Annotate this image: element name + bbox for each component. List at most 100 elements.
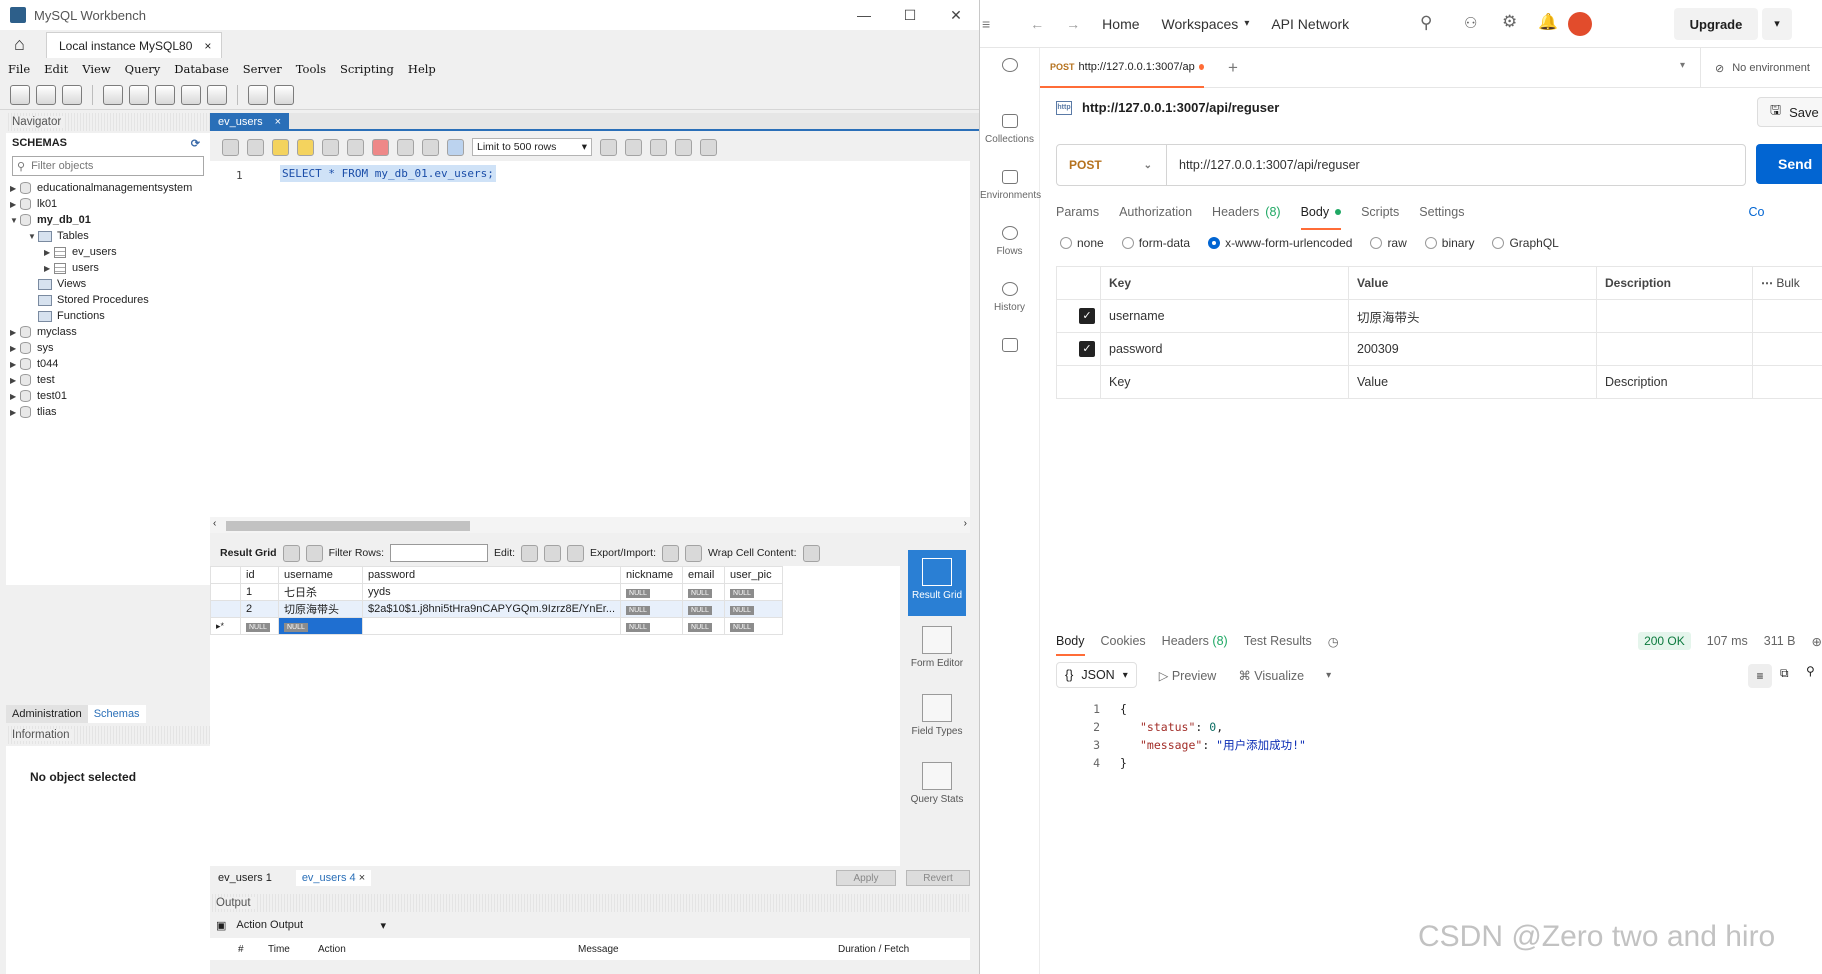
cell[interactable]: NULL bbox=[620, 583, 684, 601]
column-header[interactable]: password bbox=[361, 566, 622, 584]
explain-icon[interactable] bbox=[322, 138, 339, 156]
filter-rows-input[interactable] bbox=[390, 544, 489, 562]
kv-row-empty[interactable]: Key Value Description bbox=[1056, 365, 1822, 399]
kv-description-placeholder[interactable]: Description bbox=[1596, 365, 1753, 399]
home-icon[interactable]: ⌂ bbox=[14, 34, 34, 54]
upgrade-menu-chevron-icon[interactable]: ▾ bbox=[1762, 8, 1792, 40]
new-sql-tab-icon[interactable] bbox=[10, 84, 30, 105]
menu-edit[interactable]: Edit bbox=[44, 62, 68, 76]
cell[interactable]: 1 bbox=[240, 583, 279, 601]
search-icon[interactable]: ⚲ bbox=[1420, 13, 1432, 33]
menu-tools[interactable]: Tools bbox=[296, 62, 326, 76]
bell-icon[interactable]: 🔔 bbox=[1538, 12, 1558, 32]
expand-arrow-icon[interactable]: ▶ bbox=[10, 408, 20, 417]
wrap-lines-icon[interactable]: ≡ bbox=[1748, 664, 1772, 688]
method-select[interactable]: POST ⌄ bbox=[1057, 145, 1167, 185]
table-row-new[interactable]: ▸* NULL NULL NULL NULL NULL bbox=[210, 617, 784, 635]
scroll-right-icon[interactable]: › bbox=[964, 518, 967, 529]
radio-binary[interactable]: binary bbox=[1424, 236, 1474, 250]
expand-arrow-icon[interactable]: ▶ bbox=[44, 264, 54, 273]
response-tab-headers[interactable]: Headers (8) bbox=[1162, 634, 1228, 648]
execute-icon[interactable] bbox=[272, 138, 289, 156]
add-row-icon[interactable] bbox=[544, 544, 562, 562]
table-item[interactable]: ▶ users bbox=[10, 260, 210, 276]
kv-key[interactable]: username bbox=[1100, 299, 1349, 333]
table-row[interactable]: 1 七日杀 yyds NULL NULL NULL bbox=[210, 583, 784, 601]
column-header[interactable]: id bbox=[240, 566, 279, 584]
column-header[interactable]: email bbox=[682, 566, 726, 584]
toggle-error-icon[interactable] bbox=[372, 138, 389, 156]
kv-value[interactable]: 200309 bbox=[1348, 332, 1597, 366]
collapse-arrow-icon[interactable]: ▼ bbox=[10, 216, 20, 225]
sql-text[interactable]: SELECT * FROM my_db_01.ev_users; bbox=[280, 165, 496, 182]
upgrade-button[interactable]: Upgrade bbox=[1674, 8, 1758, 40]
schema-item[interactable]: ▶ myclass bbox=[10, 324, 210, 340]
menu-server[interactable]: Server bbox=[243, 62, 282, 76]
checkbox-checked-icon[interactable]: ✓ bbox=[1079, 308, 1095, 324]
save-button[interactable]: 🖫 Save bbox=[1757, 97, 1822, 127]
response-tab-test-results[interactable]: Test Results bbox=[1244, 634, 1312, 648]
sidebar-item-user[interactable] bbox=[980, 48, 1039, 104]
cell[interactable]: NULL bbox=[682, 583, 726, 601]
globe-icon[interactable]: ⊕ bbox=[1812, 634, 1822, 649]
word-wrap-icon[interactable] bbox=[700, 138, 717, 156]
schema-item[interactable]: ▶ test01 bbox=[10, 388, 210, 404]
menu-file[interactable]: File bbox=[8, 62, 30, 76]
add-tab-icon[interactable]: + bbox=[1228, 58, 1238, 78]
maximize-icon[interactable]: ☐ bbox=[887, 0, 933, 30]
editor-tab[interactable]: ev_users × bbox=[210, 113, 290, 131]
cell[interactable]: NULL bbox=[240, 617, 279, 635]
sidebar-item-flows[interactable]: Flows bbox=[980, 216, 1039, 272]
forward-arrow-icon[interactable]: → bbox=[1066, 16, 1080, 32]
kv-value-placeholder[interactable]: Value bbox=[1348, 365, 1597, 399]
schema-item-my-db-01[interactable]: ▼ my_db_01 bbox=[10, 212, 210, 228]
grid-icon[interactable] bbox=[282, 544, 300, 562]
kv-description[interactable] bbox=[1596, 299, 1753, 333]
close-tab-icon[interactable]: × bbox=[204, 39, 211, 53]
scroll-left-icon[interactable]: ‹ bbox=[213, 518, 216, 529]
tab-administration[interactable]: Administration bbox=[6, 705, 88, 723]
cell[interactable]: 切原海带头 bbox=[278, 600, 363, 618]
invisible-chars-icon[interactable] bbox=[675, 138, 692, 156]
history-icon[interactable]: ◷ bbox=[1328, 634, 1339, 649]
form-editor-button[interactable]: Form Editor bbox=[908, 618, 966, 684]
radio-raw[interactable]: raw bbox=[1370, 236, 1407, 250]
autocommit-icon[interactable] bbox=[447, 138, 464, 156]
table-item[interactable]: ▶ ev_users bbox=[10, 244, 210, 260]
cell[interactable]: NULL bbox=[682, 617, 726, 635]
radio-form-data[interactable]: form-data bbox=[1121, 236, 1190, 250]
schema-item[interactable]: ▶ sys bbox=[10, 340, 210, 356]
scrollbar-thumb[interactable] bbox=[226, 521, 470, 531]
sidebar-item-collections[interactable]: Collections bbox=[980, 104, 1039, 160]
save-icon[interactable] bbox=[247, 138, 264, 156]
tab-cookies-truncated[interactable]: Co bbox=[1748, 200, 1764, 224]
menu-database[interactable]: Database bbox=[174, 62, 228, 76]
procedures-folder[interactable]: Stored Procedures bbox=[10, 292, 210, 308]
open-sql-script-icon[interactable] bbox=[36, 84, 56, 105]
table-row[interactable]: 2 切原海带头 $2a$10$1.j8hni5tHra9nCAPYGQm.9Iz… bbox=[210, 600, 784, 618]
kv-row[interactable]: ✓ password 200309 bbox=[1056, 332, 1822, 366]
expand-arrow-icon[interactable]: ▶ bbox=[10, 360, 20, 369]
nav-api-network[interactable]: API Network bbox=[1271, 16, 1349, 32]
invite-icon[interactable]: ⚇ bbox=[1464, 14, 1477, 32]
apply-button[interactable]: Apply bbox=[836, 870, 896, 886]
execute-current-icon[interactable] bbox=[297, 138, 314, 156]
tab-scripts[interactable]: Scripts bbox=[1361, 200, 1399, 224]
connection-tab[interactable]: Local instance MySQL80 × bbox=[46, 32, 223, 58]
create-schema-icon[interactable] bbox=[103, 84, 123, 105]
nav-home[interactable]: Home bbox=[1102, 16, 1139, 32]
refresh-icon[interactable] bbox=[305, 544, 323, 562]
cell[interactable]: NULL bbox=[724, 617, 784, 635]
cell[interactable]: $2a$10$1.j8hni5tHra9nCAPYGQm.9Izrz8E/YnE… bbox=[361, 600, 622, 618]
collapse-arrow-icon[interactable]: ▼ bbox=[28, 232, 38, 241]
wrap-icon[interactable] bbox=[802, 544, 820, 562]
request-title-url[interactable]: http://127.0.0.1:3007/api/reguser bbox=[1082, 100, 1279, 115]
kv-checkbox-cell[interactable]: ✓ bbox=[1056, 332, 1101, 366]
search-table-data-icon[interactable] bbox=[248, 84, 268, 105]
response-tab-cookies[interactable]: Cookies bbox=[1101, 634, 1146, 648]
inspector-icon[interactable] bbox=[62, 84, 82, 105]
schema-item[interactable]: ▶ t044 bbox=[10, 356, 210, 372]
field-types-button[interactable]: Field Types bbox=[908, 686, 966, 752]
kv-key[interactable]: password bbox=[1100, 332, 1349, 366]
menu-view[interactable]: View bbox=[82, 62, 110, 76]
